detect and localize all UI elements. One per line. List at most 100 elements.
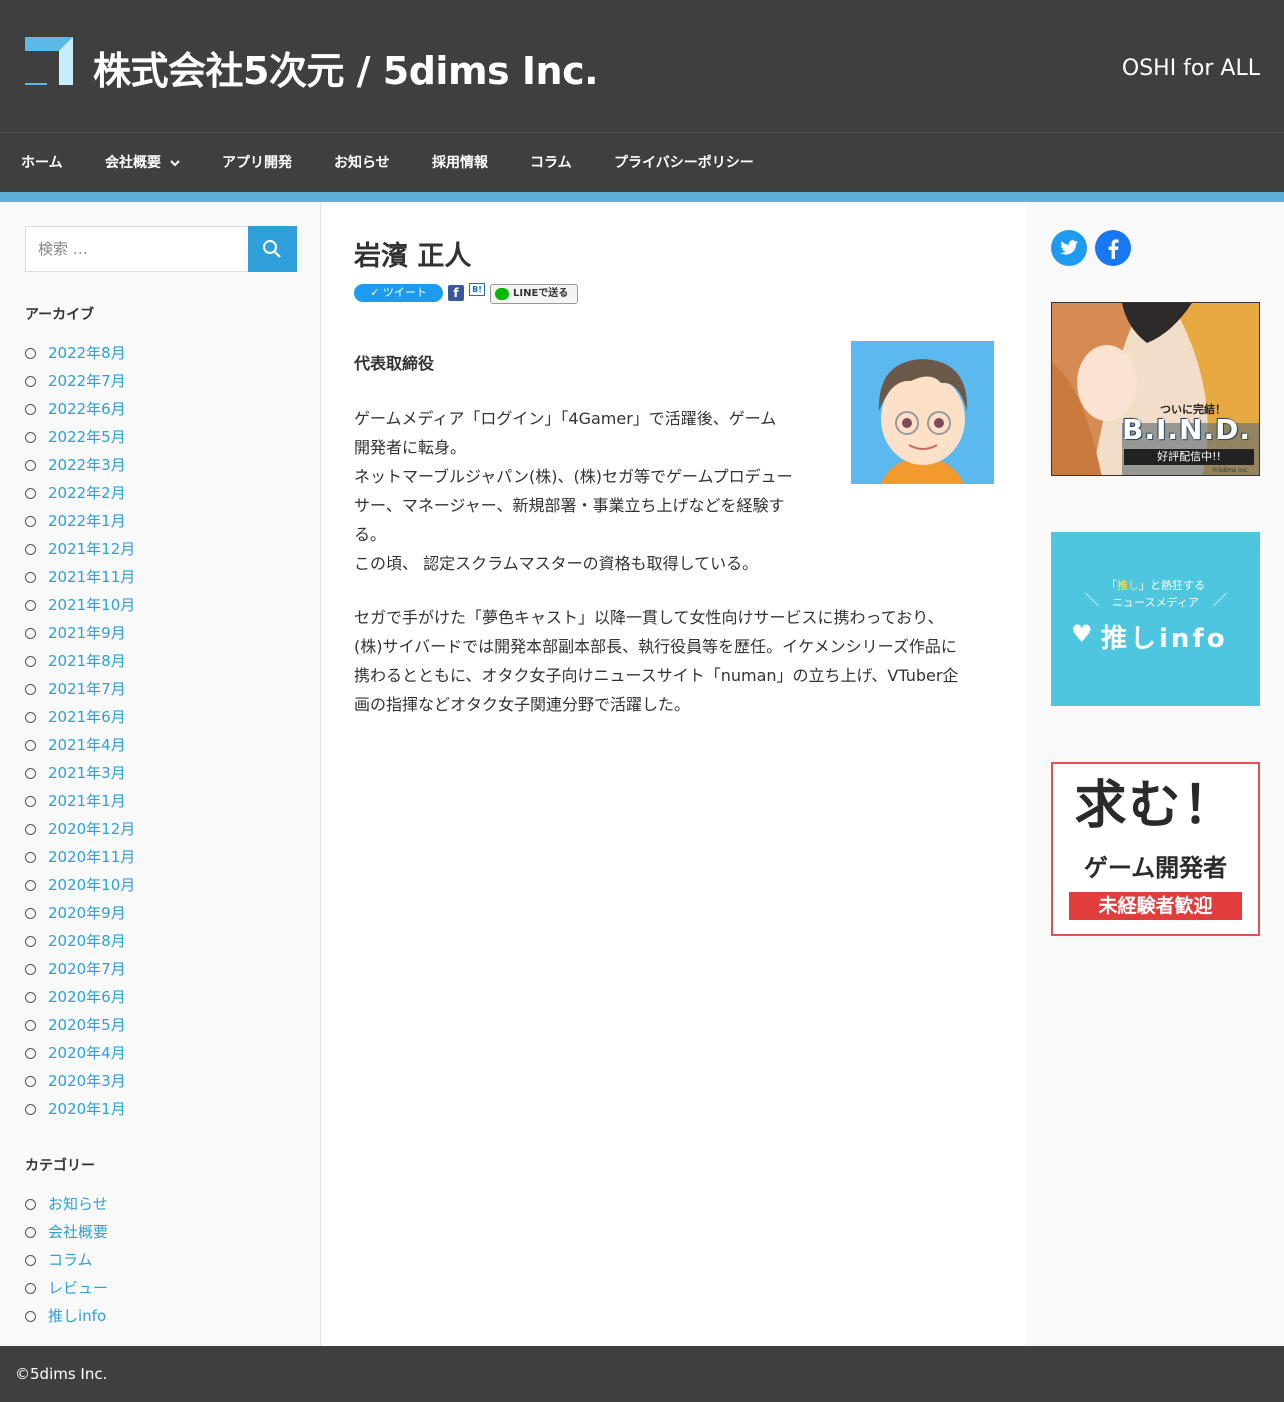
- category-link[interactable]: コラム: [48, 1251, 93, 1269]
- archive-link[interactable]: 2022年1月: [48, 512, 126, 530]
- list-item: 2020年10月: [25, 871, 135, 899]
- list-item: 2020年7月: [25, 955, 135, 983]
- site-footer: ©5dims Inc.: [0, 1346, 1284, 1402]
- category-link[interactable]: 推しinfo: [48, 1307, 106, 1325]
- list-item: 2020年9月: [25, 899, 135, 927]
- site-title[interactable]: 株式会社5次元 / 5dims Inc.: [93, 40, 599, 95]
- archive-link[interactable]: 2021年10月: [48, 596, 135, 614]
- recruit-subtitle: ゲーム開発者: [1083, 854, 1228, 882]
- list-item: 2022年7月: [25, 367, 135, 395]
- list-item: 2022年5月: [25, 423, 135, 451]
- archive-link[interactable]: 2022年6月: [48, 400, 126, 418]
- list-item: 2021年4月: [25, 731, 135, 759]
- bind-credit-text: ©5dims Inc.: [1212, 467, 1249, 474]
- archive-link[interactable]: 2021年8月: [48, 652, 126, 670]
- list-item: 2021年1月: [25, 787, 135, 815]
- post-paragraph-2: セガで手がけた「夢色キャスト」以降一貫して女性向けサービスに携わっており、 (株)…: [354, 603, 958, 719]
- text-line: この頃、 認定スクラムマスターの資格も取得している。: [354, 554, 759, 573]
- archive-link[interactable]: 2021年11月: [48, 568, 135, 586]
- archive-link[interactable]: 2020年5月: [48, 1016, 126, 1034]
- post-paragraph-1: ゲームメディア「ログイン」「4Gamer」で活躍後、ゲーム 開発者に転身。 ネットマ…: [354, 404, 793, 578]
- search-button[interactable]: [248, 226, 297, 272]
- facebook-share-icon[interactable]: f: [448, 285, 464, 301]
- bind-badge-text: 好評配信中!!: [1124, 449, 1254, 465]
- oshi-info-banner[interactable]: 「推し」と熱狂する ニュースメディア ＼ ／ ♥ 推しinfo: [1051, 532, 1260, 706]
- archive-link[interactable]: 2021年3月: [48, 764, 126, 782]
- site-logo-icon[interactable]: [25, 37, 73, 85]
- main-nav: ホーム 会社概要 アプリ開発 お知らせ 採用情報 コラム プライバシーポリシー: [0, 132, 1284, 192]
- tweet-button[interactable]: ✓ ツイート: [354, 284, 443, 302]
- archive-link[interactable]: 2021年12月: [48, 540, 135, 558]
- archive-link[interactable]: 2020年9月: [48, 904, 126, 922]
- nav-item-app[interactable]: アプリ開発: [222, 133, 292, 193]
- archive-link[interactable]: 2021年6月: [48, 708, 126, 726]
- bind-banner[interactable]: ついに完結！ B.I.N.D. 好評配信中!! ©5dims Inc.: [1051, 302, 1260, 476]
- archive-link[interactable]: 2020年7月: [48, 960, 126, 978]
- list-item: 2022年8月: [25, 339, 135, 367]
- left-sidebar: 検索 … アーカイブ 2022年8月 2022年7月 2022年6月 2022年5月 2…: [1, 202, 321, 1346]
- list-item: 2020年5月: [25, 1011, 135, 1039]
- nav-item-recruit[interactable]: 採用情報: [432, 133, 488, 193]
- heart-icon: ♥: [1071, 620, 1093, 648]
- category-list: お知らせ会社概要コラムレビュー推しinfo: [25, 1190, 108, 1330]
- archive-link[interactable]: 2022年2月: [48, 484, 126, 502]
- archive-link[interactable]: 2020年1月: [48, 1100, 126, 1118]
- hatena-bookmark-icon[interactable]: B!: [469, 283, 485, 296]
- list-item: 2020年3月: [25, 1067, 135, 1095]
- list-item: 2021年3月: [25, 759, 135, 787]
- site-header: 株式会社5次元 / 5dims Inc. OSHI for ALL: [0, 0, 1284, 132]
- archive-link[interactable]: 2020年6月: [48, 988, 126, 1006]
- list-item: 2021年8月: [25, 647, 135, 675]
- recruit-badge: 未経験者歓迎: [1069, 892, 1242, 920]
- nav-item-company[interactable]: 会社概要: [105, 133, 180, 193]
- archive-link[interactable]: 2021年7月: [48, 680, 126, 698]
- list-item: 2021年11月: [25, 563, 135, 591]
- list-item: 2022年1月: [25, 507, 135, 535]
- archive-link[interactable]: 2020年10月: [48, 876, 135, 894]
- nav-item-news[interactable]: お知らせ: [334, 133, 390, 193]
- nav-item-label: 会社概要: [105, 155, 161, 171]
- list-item: 2021年6月: [25, 703, 135, 731]
- twitter-icon[interactable]: [1051, 230, 1087, 266]
- avatar: [851, 341, 994, 484]
- archive-link[interactable]: 2022年3月: [48, 456, 126, 474]
- facebook-icon[interactable]: [1095, 230, 1131, 266]
- line-share-button[interactable]: LINEで送る: [490, 284, 578, 304]
- category-link[interactable]: お知らせ: [48, 1195, 108, 1213]
- category-link[interactable]: 会社概要: [48, 1223, 108, 1241]
- text-line: 画の指揮などオタク女子関連分野で活躍した。: [354, 695, 691, 714]
- archive-link[interactable]: 2021年1月: [48, 792, 126, 810]
- archive-link[interactable]: 2020年8月: [48, 932, 126, 950]
- list-item: 2021年9月: [25, 619, 135, 647]
- archive-link[interactable]: 2020年11月: [48, 848, 135, 866]
- archive-list: 2022年8月 2022年7月 2022年6月 2022年5月 2022年3月 2022年…: [25, 339, 135, 1123]
- recruit-banner[interactable]: 求む！ ゲーム開発者 未経験者歓迎: [1051, 762, 1260, 936]
- list-item: 2020年11月: [25, 843, 135, 871]
- nav-accent-bar: [0, 192, 1284, 202]
- nav-item-home[interactable]: ホーム: [21, 133, 63, 193]
- archive-link[interactable]: 2022年5月: [48, 428, 126, 446]
- archive-link[interactable]: 2022年7月: [48, 372, 126, 390]
- list-item: コラム: [25, 1246, 108, 1274]
- list-item: 2020年8月: [25, 927, 135, 955]
- archive-link[interactable]: 2020年4月: [48, 1044, 126, 1062]
- archive-link[interactable]: 2021年4月: [48, 736, 126, 754]
- right-sidebar: ついに完結！ B.I.N.D. 好評配信中!! ©5dims Inc. 「推し」…: [1027, 202, 1284, 1346]
- chevron-down-icon: [170, 133, 180, 193]
- nav-item-column[interactable]: コラム: [530, 133, 572, 193]
- nav-item-privacy[interactable]: プライバシーポリシー: [614, 133, 754, 193]
- oshi-tagline-line2: ニュースメディア: [1112, 596, 1199, 609]
- list-item: 2021年7月: [25, 675, 135, 703]
- site-tagline: OSHI for ALL: [1121, 56, 1260, 81]
- archive-link[interactable]: 2020年12月: [48, 820, 135, 838]
- list-item: 2022年3月: [25, 451, 135, 479]
- list-item: 2020年6月: [25, 983, 135, 1011]
- text-line: セガで手がけた「夢色キャスト」以降一貫して女性向けサービスに携わっており、: [354, 608, 944, 627]
- list-item: 2022年6月: [25, 395, 135, 423]
- search-input[interactable]: 検索 …: [25, 226, 249, 272]
- archive-link[interactable]: 2021年9月: [48, 624, 126, 642]
- text-line: (株)サイバードでは開発本部副本部長、執行役員等を歴任。イケメンシリーズ作品に: [354, 637, 957, 656]
- category-link[interactable]: レビュー: [48, 1279, 108, 1297]
- archive-link[interactable]: 2020年3月: [48, 1072, 126, 1090]
- archive-link[interactable]: 2022年8月: [48, 344, 126, 362]
